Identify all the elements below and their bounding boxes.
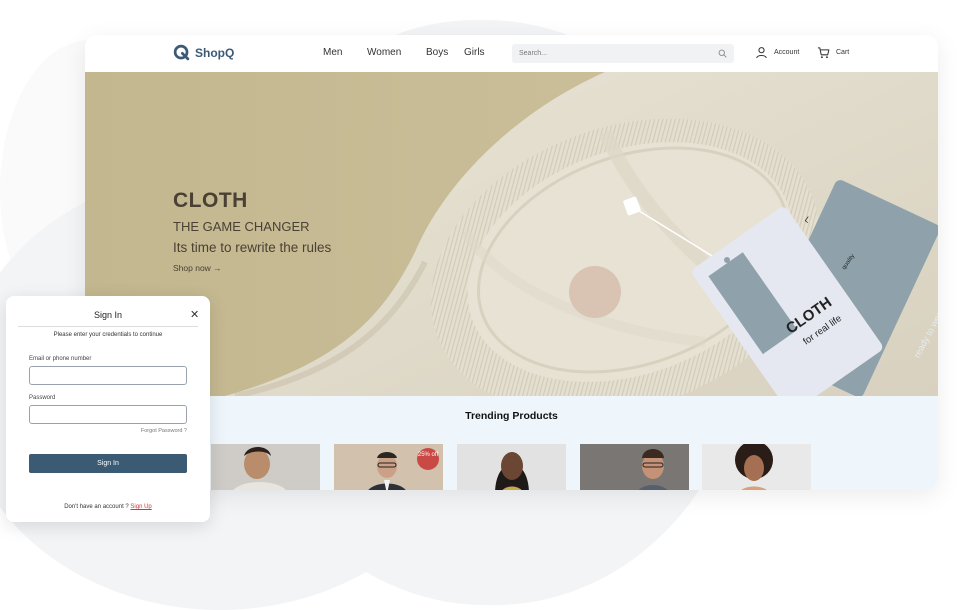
hero-title: CLOTH — [173, 189, 248, 212]
signin-button[interactable]: Sign In — [29, 454, 187, 473]
nav-item-boys[interactable]: Boys — [426, 47, 464, 58]
hero-banner: CLOTH for real life L quality ready to w… — [85, 72, 938, 396]
divider — [18, 326, 198, 327]
password-label: Password — [29, 395, 56, 401]
account-button[interactable]: Account — [755, 46, 799, 59]
account-label: Account — [774, 49, 800, 56]
signup-link[interactable]: Sign Up — [130, 504, 151, 510]
email-field[interactable] — [29, 366, 187, 385]
browser-window: ShopQ Men Women Boys Girls Search... Acc… — [85, 35, 938, 490]
signup-prompt: Don't have an account ? Sign Up — [6, 504, 210, 510]
product-card[interactable] — [211, 444, 320, 490]
hero-text-block: CLOTH THE GAME CHANGER Its time to rewri… — [173, 189, 331, 273]
forgot-password-link[interactable]: Forgot Password ? — [6, 428, 187, 434]
signin-dialog: Sign In ✕ Please enter your credentials … — [6, 296, 210, 522]
hero-subtitle: THE GAME CHANGER — [173, 219, 310, 234]
cart-label: Cart — [836, 49, 850, 56]
signin-title: Sign In — [93, 310, 123, 320]
logo[interactable]: ShopQ — [173, 44, 234, 61]
trending-section: Trending Products 25% off — [85, 396, 938, 490]
product-image — [211, 444, 320, 490]
nav-item-girls[interactable]: Girls — [464, 47, 494, 58]
discount-badge: 25% off — [417, 448, 439, 470]
product-card[interactable]: 25% off — [334, 444, 443, 490]
signup-prompt-text: Don't have an account ? — [64, 504, 129, 510]
email-label: Email or phone number — [29, 356, 92, 362]
nav-item-women[interactable]: Women — [367, 47, 426, 58]
product-card[interactable] — [580, 444, 689, 490]
search-icon[interactable] — [718, 49, 727, 58]
top-navbar: ShopQ Men Women Boys Girls Search... Acc… — [85, 35, 938, 72]
search-placeholder: Search... — [519, 50, 548, 57]
product-image — [580, 444, 689, 490]
product-image — [702, 444, 811, 490]
product-card[interactable] — [702, 444, 811, 490]
signin-description: Please enter your credentials to continu… — [53, 332, 163, 338]
shop-now-link[interactable]: Shop now → — [173, 263, 331, 273]
stage: ShopQ Men Women Boys Girls Search... Acc… — [0, 0, 962, 610]
product-card[interactable] — [457, 444, 566, 490]
product-image — [457, 444, 566, 490]
cart-button[interactable]: Cart — [817, 46, 849, 59]
hero-tagline: Its time to rewrite the rules — [173, 240, 332, 255]
trending-title: Trending Products — [465, 410, 558, 422]
nav-item-men[interactable]: Men — [323, 47, 367, 58]
logo-text: ShopQ — [195, 45, 235, 60]
logo-q-icon — [173, 44, 190, 61]
user-icon — [756, 47, 767, 59]
cart-icon — [817, 47, 830, 59]
close-icon[interactable]: ✕ — [190, 308, 199, 321]
password-field[interactable] — [29, 405, 187, 424]
search-input[interactable]: Search... — [512, 44, 734, 63]
main-nav: Men Women Boys Girls — [323, 47, 494, 58]
